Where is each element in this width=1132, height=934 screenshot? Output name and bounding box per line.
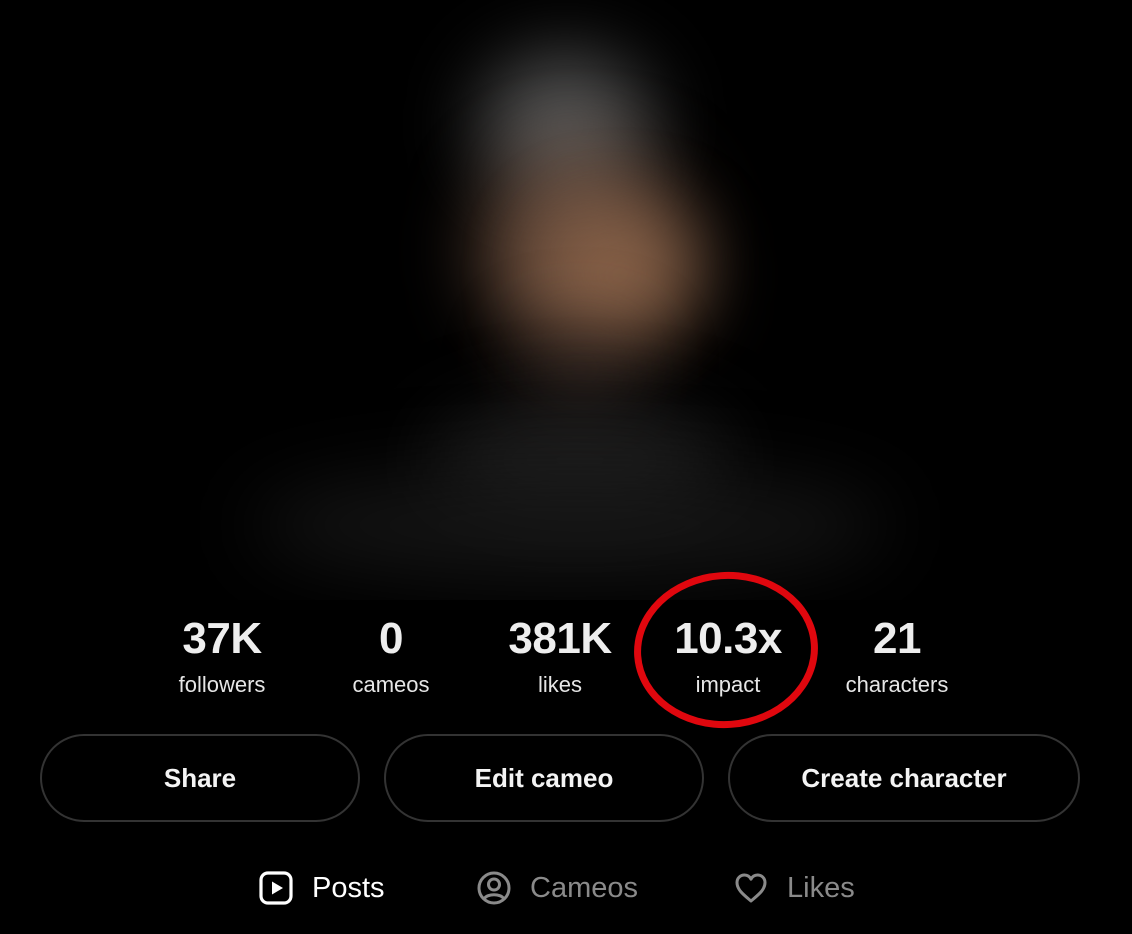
tab-likes[interactable]: Likes (733, 862, 855, 914)
stat-label: impact (695, 672, 761, 697)
profile-stats: 37K followers 0 cameos 381K likes 10.3x … (0, 612, 1132, 712)
blurred-photo-region (540, 210, 700, 340)
play-square-icon (258, 870, 294, 906)
stat-value: 381K (508, 614, 612, 663)
profile-tabs: Posts Cameos Likes (0, 862, 1132, 914)
profile-cover-image (0, 0, 1132, 600)
create-character-button[interactable]: Create character (728, 734, 1080, 822)
edit-cameo-button[interactable]: Edit cameo (384, 734, 704, 822)
heart-icon (733, 870, 769, 906)
tab-label: Posts (312, 871, 385, 904)
tab-label: Cameos (530, 871, 638, 904)
share-button[interactable]: Share (40, 734, 360, 822)
stat-impact[interactable]: 10.3x impact (643, 612, 813, 698)
stat-label: followers (178, 672, 266, 697)
stat-value: 21 (873, 614, 921, 663)
stat-value: 0 (379, 614, 403, 663)
stat-cameos[interactable]: 0 cameos (306, 612, 476, 698)
stat-label: cameos (352, 672, 430, 697)
blurred-photo-region (520, 330, 640, 410)
user-circle-icon (476, 870, 512, 906)
stat-label: likes (537, 672, 582, 697)
stat-value: 37K (182, 614, 262, 663)
stat-label: characters (845, 672, 949, 697)
stat-followers[interactable]: 37K followers (137, 612, 307, 698)
stat-characters[interactable]: 21 characters (812, 612, 982, 698)
blurred-photo-region (250, 470, 890, 580)
stat-value: 10.3x (674, 614, 782, 663)
stat-likes[interactable]: 381K likes (475, 612, 645, 698)
tab-posts[interactable]: Posts (258, 862, 385, 914)
tab-label: Likes (787, 871, 855, 904)
tab-cameos[interactable]: Cameos (476, 862, 638, 914)
